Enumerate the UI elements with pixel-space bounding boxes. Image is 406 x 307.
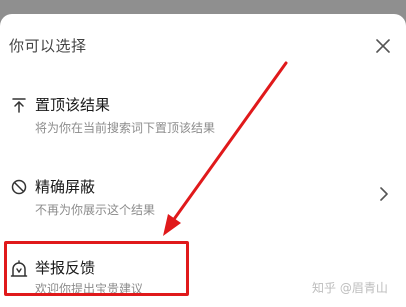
- close-button[interactable]: [372, 35, 394, 57]
- block-icon: [10, 178, 28, 196]
- option-title: 置顶该结果: [35, 96, 111, 114]
- option-precise-block[interactable]: 精确屏蔽 不再为你展示这个结果: [0, 174, 406, 220]
- sheet-title: 你可以选择: [9, 37, 87, 55]
- annotation-highlight-box: [4, 241, 189, 296]
- watermark: 知乎 @眉青山: [312, 281, 388, 295]
- option-title: 精确屏蔽: [35, 178, 96, 196]
- close-icon: [376, 39, 390, 53]
- pin-top-icon: [10, 96, 28, 114]
- option-pin-top[interactable]: 置顶该结果 将为你在当前搜索词下置顶该结果: [0, 92, 406, 138]
- option-description: 将为你在当前搜索词下置顶该结果: [35, 121, 216, 135]
- option-description: 不再为你展示这个结果: [35, 203, 156, 217]
- chevron-right-icon: [378, 186, 390, 202]
